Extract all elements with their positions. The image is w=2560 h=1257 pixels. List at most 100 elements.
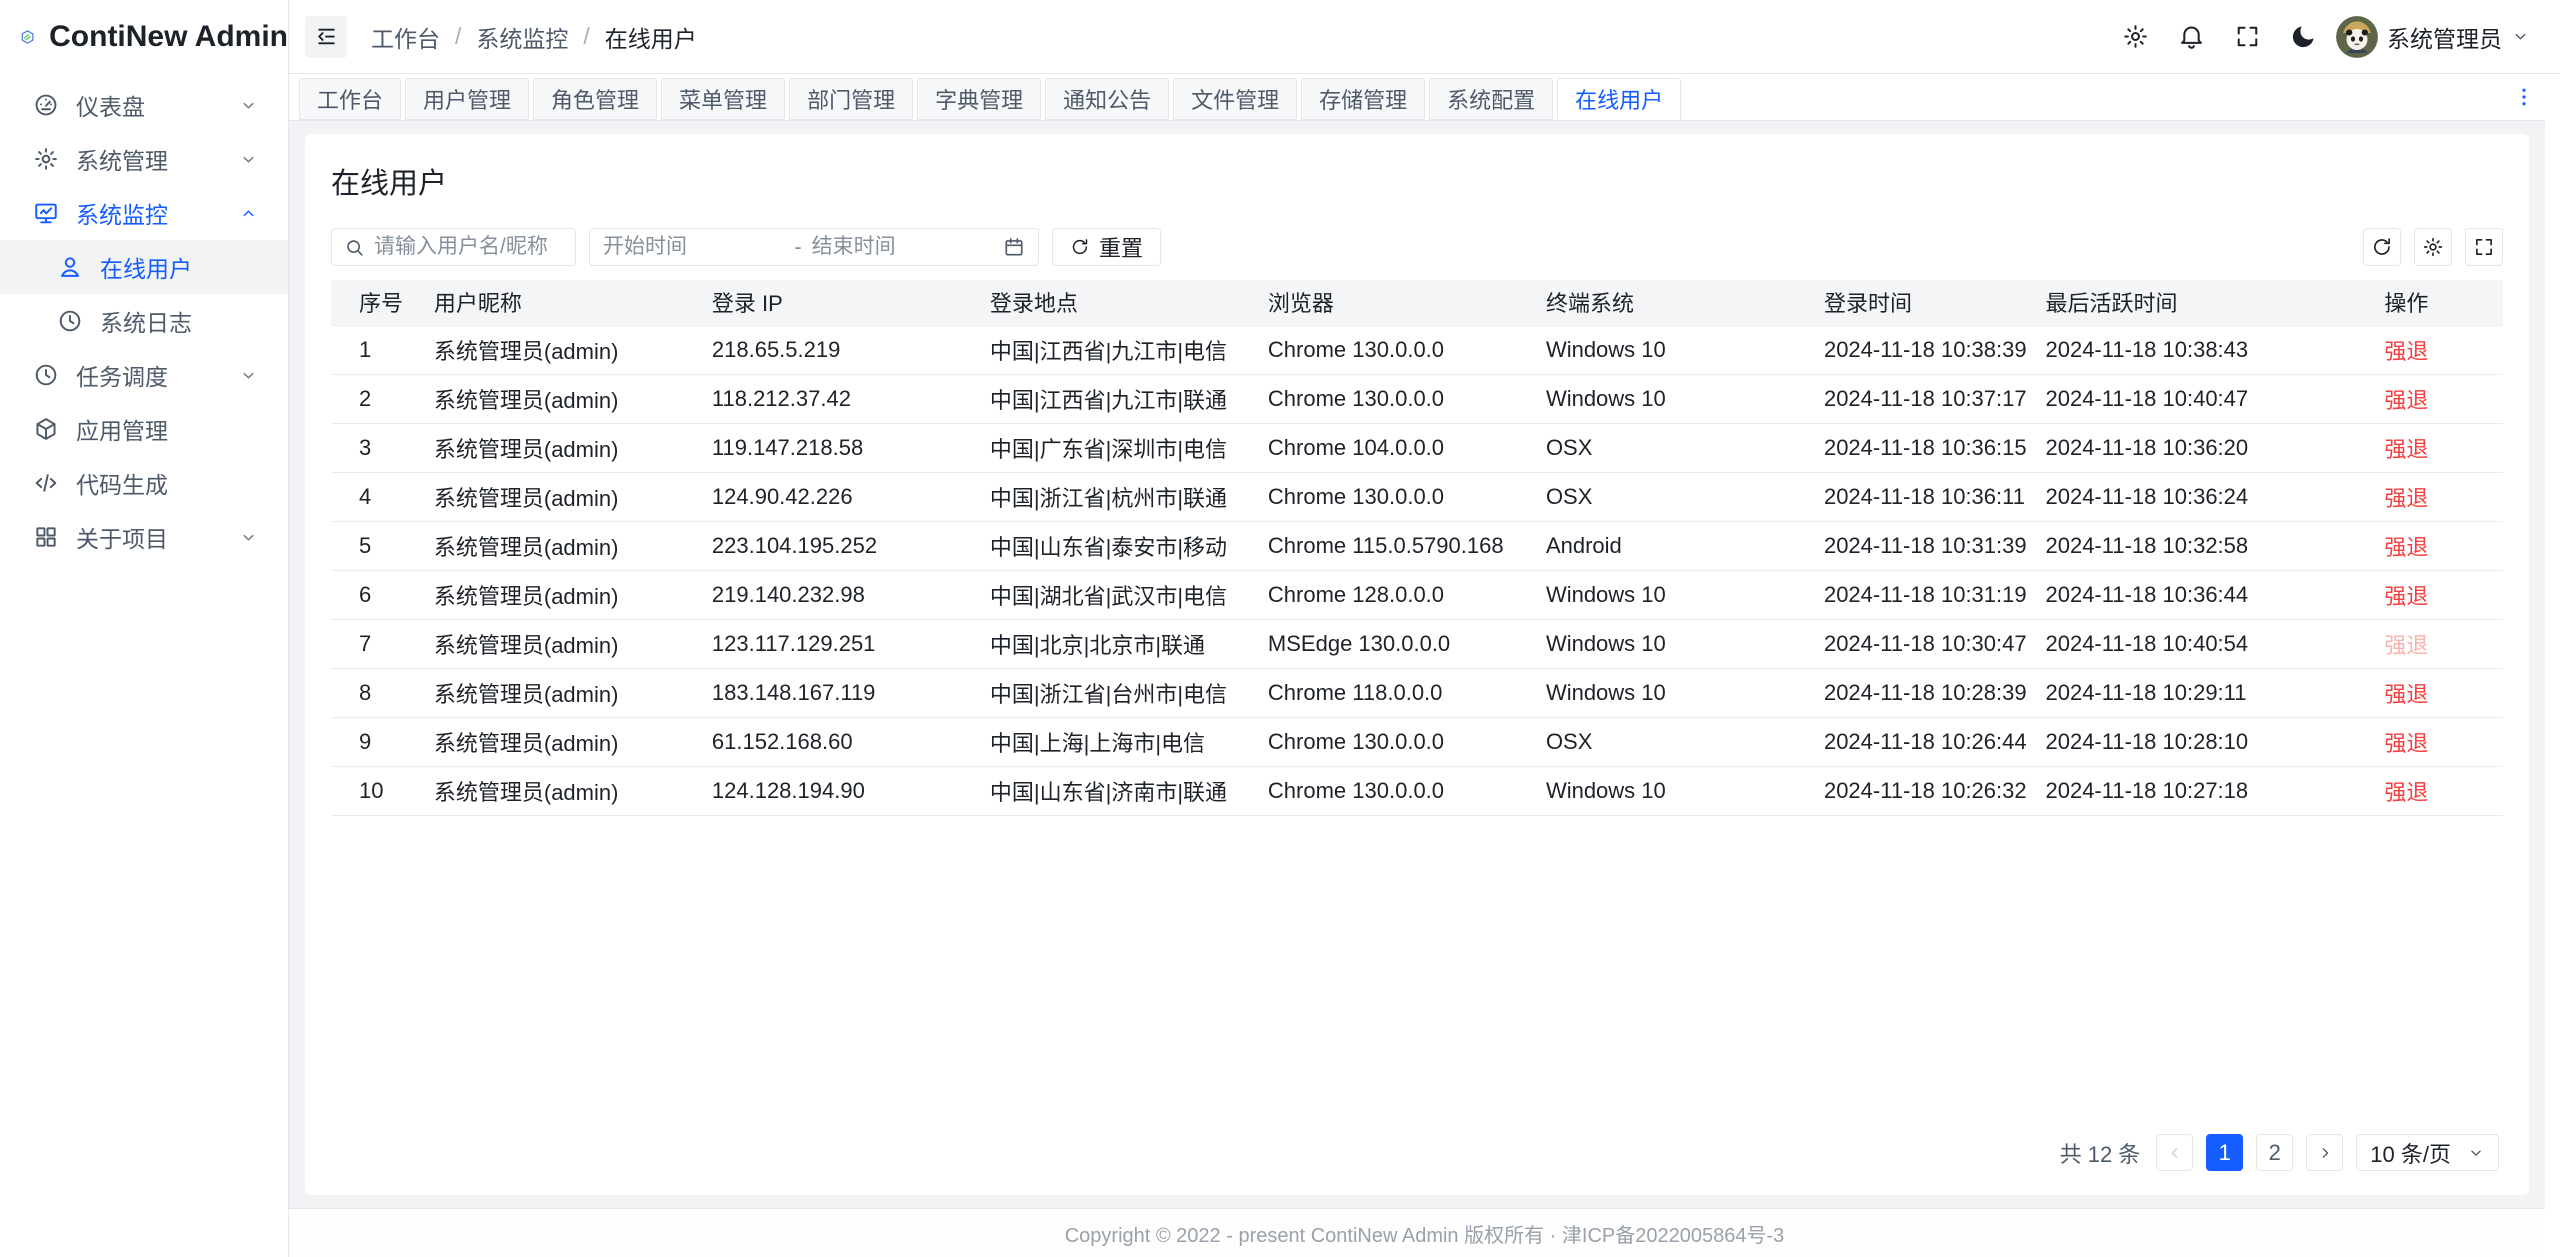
cell-os: Android <box>1530 521 1808 570</box>
cell-last_active: 2024-11-18 10:40:54 <box>2029 619 2368 668</box>
cell-browser: Chrome 130.0.0.0 <box>1252 472 1530 521</box>
column-header: 登录时间 <box>1808 280 2030 325</box>
cell-location: 中国|山东省|泰安市|移动 <box>974 521 1252 570</box>
force-logout-link[interactable]: 强退 <box>2384 584 2428 609</box>
sidebar-item-dashboard[interactable]: 仪表盘 <box>0 78 288 132</box>
tab-bar: 工作台用户管理角色管理菜单管理部门管理字典管理通知公告文件管理存储管理系统配置在… <box>289 74 2560 121</box>
breadcrumb-item[interactable]: 在线用户 <box>605 20 697 54</box>
tab-system-config[interactable]: 系统配置 <box>1429 78 1553 120</box>
app-logo[interactable]: ContiNew Admin <box>0 0 288 74</box>
tab-role-management[interactable]: 角色管理 <box>533 78 657 120</box>
scrollbar[interactable] <box>2545 75 2560 1257</box>
tab-notice[interactable]: 通知公告 <box>1045 78 1169 120</box>
sidebar-item-online-user[interactable]: 在线用户 <box>0 240 288 294</box>
sidebar-item-app-management[interactable]: 应用管理 <box>0 402 288 456</box>
sidebar-item-label: 系统管理 <box>76 142 168 176</box>
cell-ip: 124.90.42.226 <box>696 472 974 521</box>
tab-actions-icon[interactable] <box>2512 85 2536 109</box>
force-logout-link[interactable]: 强退 <box>2384 731 2428 756</box>
cell-login_time: 2024-11-18 10:37:17 <box>1808 374 2030 423</box>
table-row: 3系统管理员(admin)119.147.218.58中国|广东省|深圳市|电信… <box>331 423 2503 472</box>
force-logout-link[interactable]: 强退 <box>2384 682 2428 707</box>
table-row: 6系统管理员(admin)219.140.232.98中国|湖北省|武汉市|电信… <box>331 570 2503 619</box>
tab-storage-management[interactable]: 存储管理 <box>1301 78 1425 120</box>
table-row: 4系统管理员(admin)124.90.42.226中国|浙江省|杭州市|联通C… <box>331 472 2503 521</box>
cell-location: 中国|北京|北京市|联通 <box>974 619 1252 668</box>
notifications-icon[interactable] <box>2178 23 2205 50</box>
table-settings-button[interactable] <box>2414 228 2452 266</box>
tab-dept-management[interactable]: 部门管理 <box>789 78 913 120</box>
sidebar-item-label: 任务调度 <box>76 358 168 392</box>
force-logout-link[interactable]: 强退 <box>2384 388 2428 413</box>
sidebar-item-code-generation[interactable]: 代码生成 <box>0 456 288 510</box>
cell-nickname: 系统管理员(admin) <box>418 668 696 717</box>
page-button-1[interactable]: 1 <box>2206 1134 2243 1171</box>
next-page-button[interactable] <box>2306 1134 2343 1171</box>
force-logout-link[interactable]: 强退 <box>2384 339 2428 364</box>
user-menu[interactable]: 系统管理员 <box>2336 16 2530 58</box>
sidebar-item-label: 在线用户 <box>100 250 192 284</box>
table-fullscreen-button[interactable] <box>2465 228 2503 266</box>
sidebar-collapse-button[interactable] <box>305 16 347 58</box>
sidebar-item-system-log[interactable]: 系统日志 <box>0 294 288 348</box>
cell-location: 中国|浙江省|台州市|电信 <box>974 668 1252 717</box>
sidebar-item-label: 应用管理 <box>76 412 168 446</box>
tab-file-management[interactable]: 文件管理 <box>1173 78 1297 120</box>
table-row: 10系统管理员(admin)124.128.194.90中国|山东省|济南市|联… <box>331 766 2503 815</box>
cell-index: 6 <box>331 570 418 619</box>
settings-icon[interactable] <box>2122 23 2149 50</box>
search-input[interactable] <box>374 235 563 259</box>
dark-mode-icon[interactable] <box>2290 23 2317 50</box>
force-logout-link[interactable]: 强退 <box>2384 535 2428 560</box>
cell-os: OSX <box>1530 423 1808 472</box>
sidebar-item-system-monitor[interactable]: 系统监控 <box>0 186 288 240</box>
sidebar-item-label: 系统监控 <box>76 196 168 230</box>
refresh-icon <box>2371 236 2393 258</box>
start-date-input[interactable] <box>603 235 784 259</box>
cell-browser: Chrome 130.0.0.0 <box>1252 766 1530 815</box>
tab-dict-management[interactable]: 字典管理 <box>917 78 1041 120</box>
gear-icon <box>33 146 59 172</box>
sidebar-item-system-management[interactable]: 系统管理 <box>0 132 288 186</box>
tab-menu-management[interactable]: 菜单管理 <box>661 78 785 120</box>
force-logout-link[interactable]: 强退 <box>2384 486 2428 511</box>
avatar <box>2336 16 2378 58</box>
page-size-select[interactable]: 10 条/页 <box>2356 1134 2499 1171</box>
sidebar-item-label: 系统日志 <box>100 304 192 338</box>
cell-nickname: 系统管理员(admin) <box>418 570 696 619</box>
table-row: 9系统管理员(admin)61.152.168.60中国|上海|上海市|电信Ch… <box>331 717 2503 766</box>
cell-index: 5 <box>331 521 418 570</box>
cell-nickname: 系统管理员(admin) <box>418 717 696 766</box>
footer: Copyright © 2022 - present ContiNew Admi… <box>289 1208 2560 1257</box>
fullscreen-icon <box>2473 236 2495 258</box>
cell-os: Windows 10 <box>1530 619 1808 668</box>
code-icon <box>33 470 59 496</box>
force-logout-link: 强退 <box>2384 633 2428 658</box>
cell-browser: Chrome 130.0.0.0 <box>1252 325 1530 374</box>
force-logout-link[interactable]: 强退 <box>2384 780 2428 805</box>
range-separator: - <box>794 234 801 260</box>
breadcrumb-item[interactable]: 工作台 <box>371 20 440 54</box>
breadcrumb-item[interactable]: 系统监控 <box>476 20 568 54</box>
column-header: 浏览器 <box>1252 280 1530 325</box>
cell-ip: 61.152.168.60 <box>696 717 974 766</box>
sidebar-item-task-schedule[interactable]: 任务调度 <box>0 348 288 402</box>
tab-user-management[interactable]: 用户管理 <box>405 78 529 120</box>
tab-online-user[interactable]: 在线用户 <box>1557 78 1681 120</box>
fullscreen-icon[interactable] <box>2234 23 2261 50</box>
sidebar-item-label: 关于项目 <box>76 520 168 554</box>
page-button-2[interactable]: 2 <box>2256 1134 2293 1171</box>
end-date-input[interactable] <box>812 235 993 259</box>
reset-button[interactable]: 重置 <box>1052 228 1161 266</box>
cell-nickname: 系统管理员(admin) <box>418 521 696 570</box>
tab-list: 工作台用户管理角色管理菜单管理部门管理字典管理通知公告文件管理存储管理系统配置在… <box>299 78 1681 120</box>
topbar: 工作台/系统监控/在线用户 <box>289 0 2560 74</box>
column-header: 操作 <box>2368 280 2503 325</box>
cell-login_time: 2024-11-18 10:38:39 <box>1808 325 2030 374</box>
table-row: 7系统管理员(admin)123.117.129.251中国|北京|北京市|联通… <box>331 619 2503 668</box>
table-refresh-button[interactable] <box>2363 228 2401 266</box>
sidebar-item-about-project[interactable]: 关于项目 <box>0 510 288 564</box>
tab-workbench[interactable]: 工作台 <box>299 78 401 120</box>
grid-icon <box>33 524 59 550</box>
force-logout-link[interactable]: 强退 <box>2384 437 2428 462</box>
